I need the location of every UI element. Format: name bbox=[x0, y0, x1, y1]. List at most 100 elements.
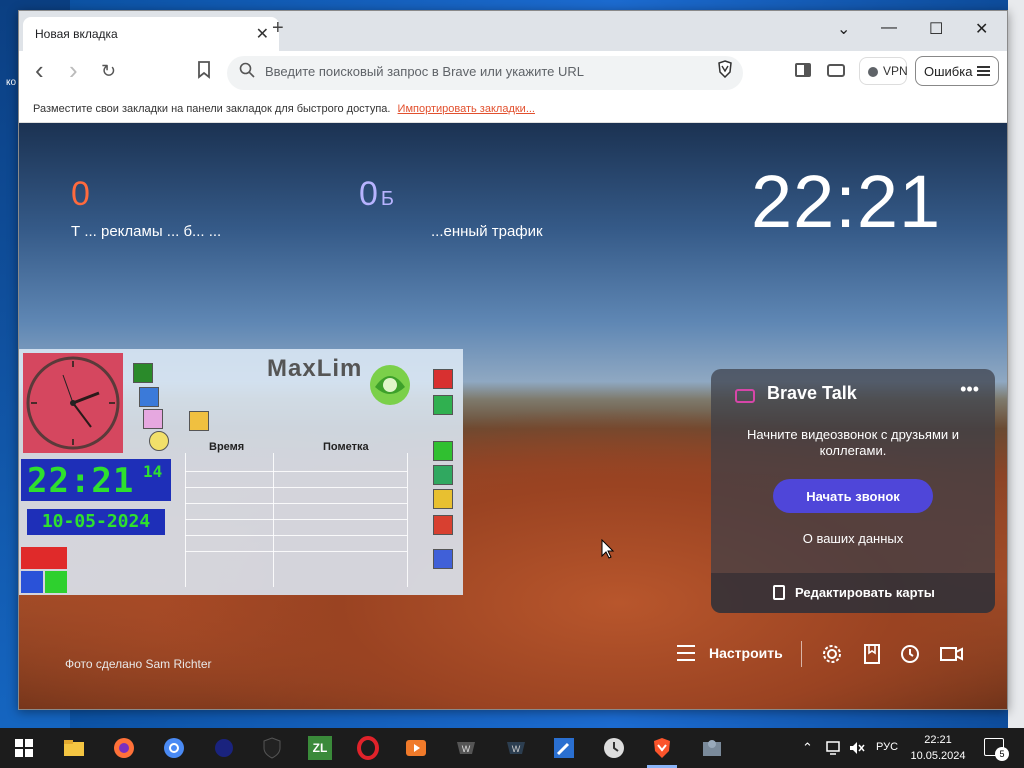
world-of-tanks-icon[interactable]: W bbox=[454, 736, 478, 760]
reminder-icon[interactable] bbox=[189, 411, 209, 431]
brave-talk-title: Brave Talk bbox=[767, 383, 857, 403]
edit-cards-icon bbox=[773, 585, 785, 600]
clock-app-icon[interactable] bbox=[602, 736, 626, 760]
close-button[interactable]: ✕ bbox=[975, 19, 988, 39]
add-icon[interactable] bbox=[433, 441, 453, 461]
sidebar-icon[interactable] bbox=[795, 63, 811, 77]
start-call-button[interactable]: Начать звонок bbox=[773, 479, 933, 513]
wallet-icon[interactable] bbox=[827, 64, 845, 77]
back-button[interactable]: ‹ bbox=[35, 55, 44, 86]
taskbar: ZL W W ⌃ РУС 22:21 10.05.2024 5 bbox=[0, 728, 1024, 768]
bookmarks-icon[interactable] bbox=[861, 643, 883, 665]
chromium-icon[interactable] bbox=[162, 736, 186, 760]
customize-button[interactable]: Настроить bbox=[709, 645, 783, 661]
opera-icon[interactable] bbox=[356, 736, 380, 760]
ads-blocked-label: Т ... рекламы ... б... ... bbox=[71, 223, 222, 240]
address-bar[interactable] bbox=[227, 56, 743, 90]
color-swatch-blue[interactable] bbox=[21, 571, 43, 593]
system-clock[interactable]: 22:21 10.05.2024 bbox=[910, 732, 966, 764]
settings-app-icon[interactable] bbox=[700, 736, 724, 760]
arrow-right-icon[interactable] bbox=[433, 515, 453, 535]
background-window-edge bbox=[1008, 0, 1024, 728]
digital-date: 10-05-2024 bbox=[27, 509, 165, 535]
maxlim-logo-text: MaxLim bbox=[267, 355, 363, 382]
more-options-icon[interactable]: ••• bbox=[960, 379, 979, 400]
minimize-button[interactable]: — bbox=[881, 19, 897, 37]
brave-icon[interactable] bbox=[650, 736, 674, 760]
network-icon[interactable] bbox=[826, 740, 844, 756]
maxlim-widget: 22:21 14 10-05-2024 MaxLim Время Пометка bbox=[19, 349, 463, 595]
search-input[interactable] bbox=[265, 64, 685, 79]
calendar-icon[interactable] bbox=[143, 409, 163, 429]
window-icon[interactable] bbox=[433, 549, 453, 569]
column-time-header: Время bbox=[209, 441, 245, 453]
bookmarks-bar: Разместите свои закладки на панели закла… bbox=[19, 95, 1007, 123]
edit-cards-button[interactable]: Редактировать карты bbox=[711, 573, 995, 613]
maximize-button[interactable]: ☐ bbox=[929, 19, 943, 39]
bandwidth-saved-label: ...енный трафик bbox=[431, 223, 543, 240]
tab-search-dropdown-icon[interactable]: ⌄ bbox=[837, 19, 850, 39]
app-dark-blue-icon[interactable] bbox=[212, 736, 236, 760]
reload-button[interactable]: ↻ bbox=[101, 61, 116, 82]
color-swatch-green[interactable] bbox=[45, 571, 67, 593]
forward-button[interactable]: › bbox=[69, 55, 78, 86]
search-icon bbox=[239, 62, 255, 78]
language-indicator[interactable]: РУС bbox=[876, 741, 898, 753]
bandwidth-saved-value: 0 bbox=[359, 175, 378, 213]
zl-icon[interactable]: ZL bbox=[308, 736, 332, 760]
widget-settings-icon[interactable] bbox=[433, 395, 453, 415]
brave-talk-card: Brave Talk ••• Начните видеозвонок с дру… bbox=[711, 369, 995, 613]
tab-bar: Новая вкладка ✕ + ⌄ — ☐ ✕ bbox=[19, 11, 1007, 51]
photo-credit[interactable]: Фото сделано Sam Richter bbox=[65, 657, 212, 671]
customize-sliders-icon[interactable] bbox=[677, 645, 695, 661]
notification-count-badge: 5 bbox=[995, 747, 1009, 761]
bandwidth-saved-unit: Б bbox=[380, 188, 395, 210]
telegram-icon[interactable] bbox=[139, 387, 159, 407]
tool-icon[interactable] bbox=[552, 736, 576, 760]
media-player-icon[interactable] bbox=[404, 736, 428, 760]
svg-text:W: W bbox=[512, 744, 521, 754]
mouse-cursor-icon bbox=[601, 539, 615, 559]
digital-time: 22:21 bbox=[27, 461, 135, 501]
brave-shields-icon[interactable] bbox=[717, 60, 733, 78]
show-hidden-icons[interactable]: ⌃ bbox=[802, 740, 813, 756]
app-shield-icon[interactable] bbox=[260, 736, 284, 760]
bookmarks-hint: Разместите свои закладки на панели закла… bbox=[33, 103, 391, 115]
notifications-icon[interactable]: 5 bbox=[984, 738, 1009, 761]
clock-icon[interactable] bbox=[149, 431, 169, 451]
color-swatch-red[interactable] bbox=[21, 547, 67, 569]
brave-talk-camera-icon bbox=[735, 389, 755, 403]
remove-icon[interactable] bbox=[433, 489, 453, 509]
info-icon[interactable] bbox=[433, 369, 453, 389]
vpn-button[interactable]: VPN bbox=[859, 57, 908, 85]
file-explorer-icon[interactable] bbox=[62, 736, 86, 760]
new-tab-page: 0 0Б Т ... рекламы ... б... ... ...енный… bbox=[19, 123, 1007, 709]
system-date: 10.05.2024 bbox=[910, 750, 966, 762]
edit-icon[interactable] bbox=[433, 465, 453, 485]
history-icon[interactable] bbox=[899, 643, 921, 665]
digital-clock: 22:21 14 bbox=[21, 459, 171, 501]
error-menu-button[interactable]: Ошибка bbox=[915, 56, 999, 86]
excel-icon[interactable] bbox=[133, 363, 153, 383]
table-row-line bbox=[185, 471, 407, 472]
world-of-warships-icon[interactable]: W bbox=[504, 736, 528, 760]
ntp-clock: 22:21 bbox=[751, 160, 942, 243]
start-icon[interactable] bbox=[12, 736, 36, 760]
bookmark-icon[interactable] bbox=[197, 61, 211, 79]
table-row-line bbox=[185, 551, 407, 552]
settings-gear-icon[interactable] bbox=[821, 643, 843, 665]
new-tab-button[interactable]: + bbox=[272, 17, 284, 40]
table-row-line bbox=[185, 503, 407, 504]
privacy-link[interactable]: О ваших данных bbox=[751, 531, 955, 546]
brave-browser-window: Новая вкладка ✕ + ⌄ — ☐ ✕ ‹ › ↻ VPN Ошиб… bbox=[18, 10, 1008, 710]
firefox-icon[interactable] bbox=[112, 736, 136, 760]
vpn-status-icon bbox=[868, 67, 878, 77]
tab-close-icon[interactable]: ✕ bbox=[256, 24, 269, 44]
import-bookmarks-link[interactable]: Импортировать закладки... bbox=[398, 103, 535, 115]
volume-muted-icon[interactable] bbox=[848, 740, 866, 756]
table-row-line bbox=[185, 487, 407, 488]
maxlim-logo-icon bbox=[370, 365, 410, 405]
tab-new-tab[interactable]: Новая вкладка ✕ bbox=[23, 17, 279, 51]
brave-talk-icon[interactable] bbox=[939, 643, 965, 665]
vpn-label: VPN bbox=[883, 64, 908, 78]
